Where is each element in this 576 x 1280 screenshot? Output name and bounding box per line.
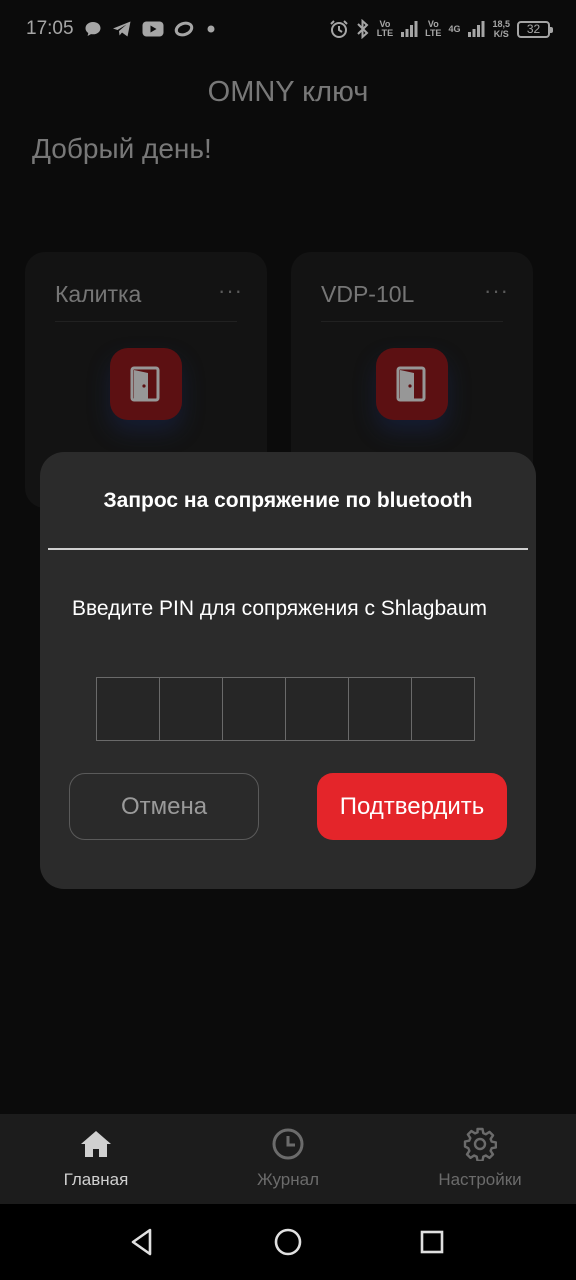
nav-item-journal[interactable]: Журнал [192, 1114, 384, 1204]
home-button[interactable] [270, 1224, 306, 1260]
nav-item-home[interactable]: Главная [0, 1114, 192, 1204]
pin-digit-field[interactable] [348, 677, 412, 741]
back-button[interactable] [124, 1224, 160, 1260]
pin-input[interactable] [96, 677, 475, 741]
confirm-button[interactable]: Подтвердить [317, 773, 507, 840]
back-icon [131, 1228, 152, 1256]
dialog-message: Введите PIN для сопряжения с Shlagbaum [72, 597, 488, 620]
recents-button[interactable] [414, 1224, 450, 1260]
cancel-button[interactable]: Отмена [69, 773, 259, 840]
pin-digit-field[interactable] [159, 677, 223, 741]
nav-label: Журнал [256, 1170, 320, 1189]
clock-icon [270, 1126, 306, 1162]
bottom-nav: Главная Журнал Настройки [0, 1114, 576, 1204]
pin-digit-field[interactable] [411, 677, 475, 741]
dialog-title: Запрос на сопряжение по bluetooth [103, 489, 473, 512]
nav-label: Главная [63, 1170, 129, 1189]
pin-digit-field[interactable] [96, 677, 160, 741]
nav-item-settings[interactable]: Настройки [384, 1114, 576, 1204]
home-icon [78, 1126, 114, 1162]
nav-label: Настройки [438, 1170, 522, 1189]
pin-digit-field[interactable] [285, 677, 349, 741]
system-navigation-bar [0, 1204, 576, 1280]
gear-icon [462, 1126, 498, 1162]
square-icon [420, 1230, 444, 1254]
bluetooth-pairing-dialog: Запрос на сопряжение по bluetooth Введит… [40, 452, 536, 889]
circle-icon [274, 1228, 302, 1256]
pin-digit-field[interactable] [222, 677, 286, 741]
dialog-divider [48, 548, 528, 550]
